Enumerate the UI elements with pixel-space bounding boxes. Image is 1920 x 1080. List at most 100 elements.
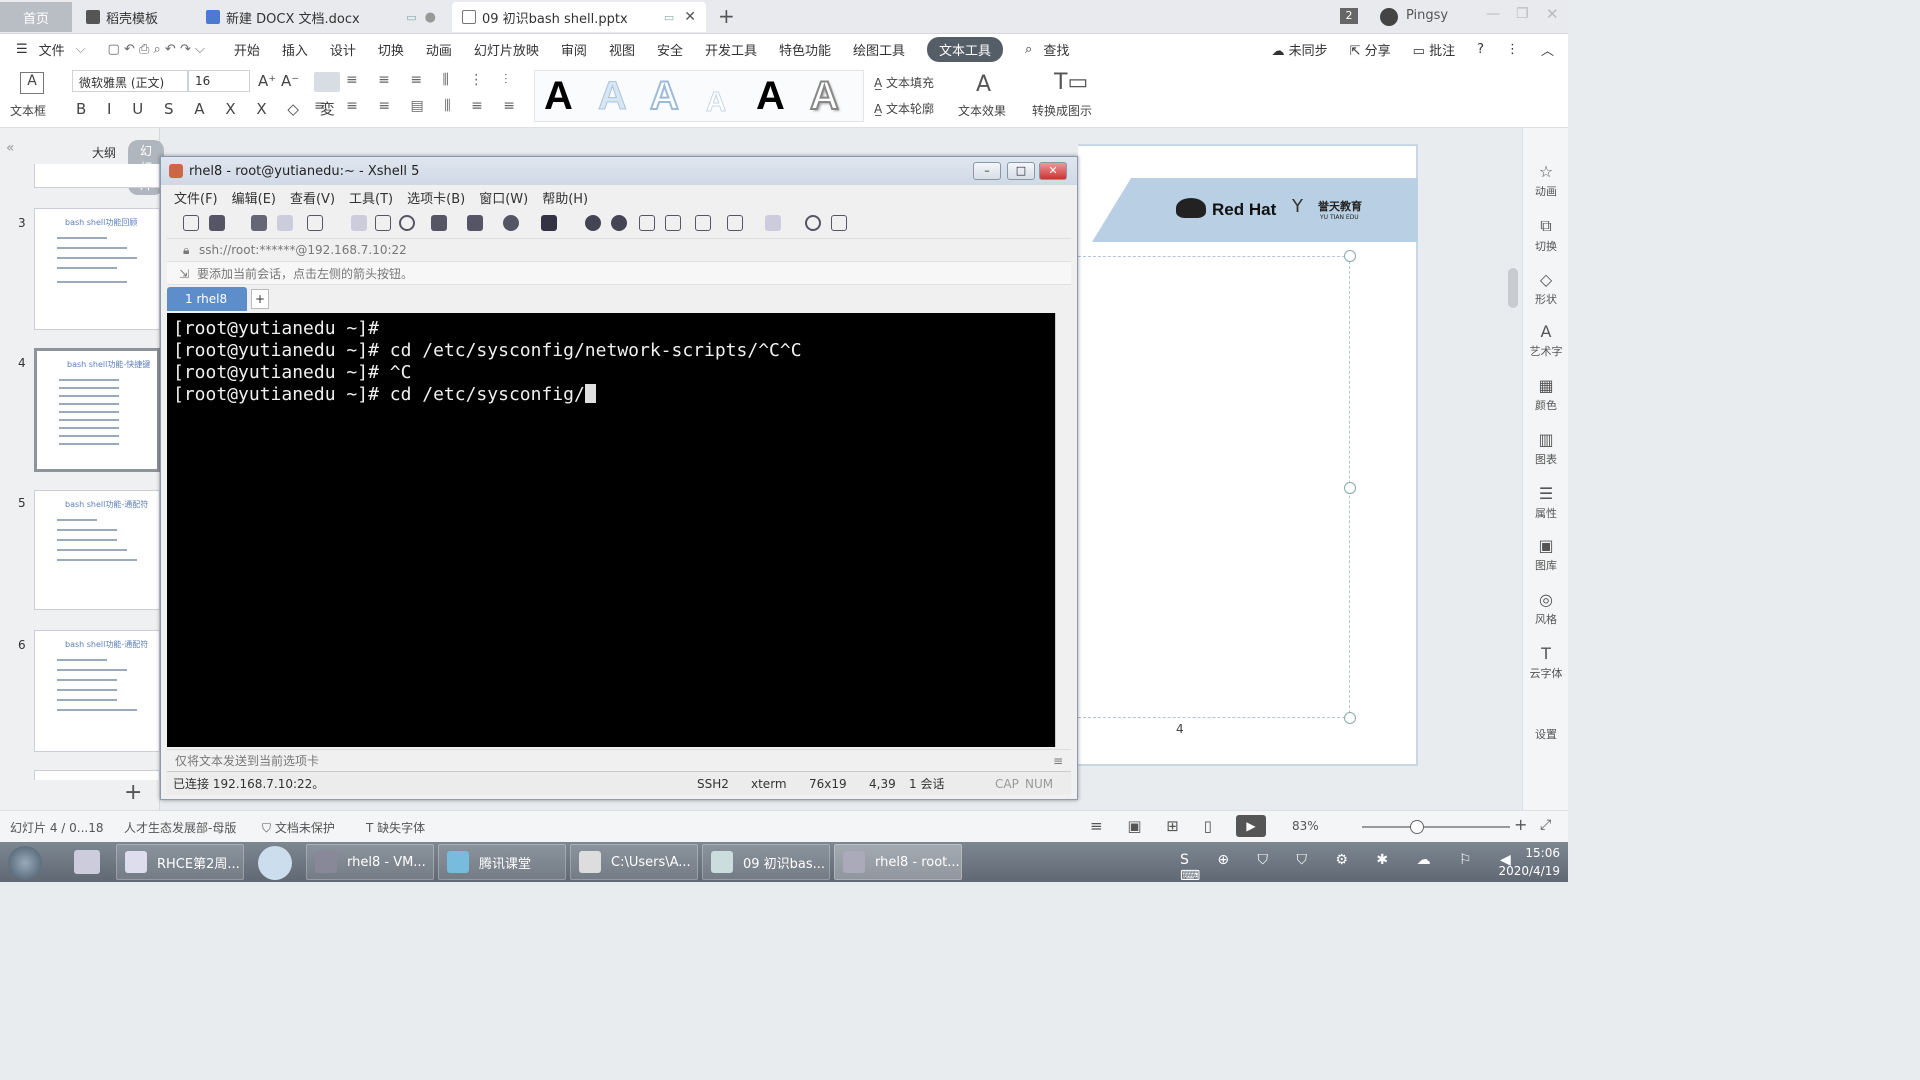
taskbar-item-vmware[interactable]: rhel8 - VM... xyxy=(306,844,434,880)
zoom-level[interactable]: 83% xyxy=(1292,819,1319,833)
panel-colors[interactable]: ▦ 颜色 xyxy=(1523,376,1569,413)
menu-lines-icon[interactable]: ≡ xyxy=(1053,750,1063,772)
zoom-in-icon[interactable]: + xyxy=(1514,815,1527,834)
menu-file[interactable]: 文件 xyxy=(39,40,65,59)
text-style-bold[interactable]: A xyxy=(756,74,785,119)
lock-icon[interactable] xyxy=(665,215,681,231)
close-window-icon[interactable]: ✕ xyxy=(1546,5,1559,23)
print-icon[interactable] xyxy=(431,215,447,231)
xshell-close-button[interactable]: ✕ xyxy=(1039,162,1067,180)
textbox-button[interactable]: 文本框 xyxy=(10,102,46,119)
comment-button[interactable]: ▭ 批注 xyxy=(1413,40,1455,59)
slide-thumb-4-selected[interactable]: bash shell功能-快捷键 xyxy=(34,348,160,472)
xftp-icon[interactable] xyxy=(585,215,601,231)
globe-icon[interactable] xyxy=(503,215,519,231)
menu-home[interactable]: 开始 xyxy=(234,40,260,59)
resize-handle[interactable] xyxy=(1344,482,1356,494)
tab-outline[interactable]: 大纲 xyxy=(92,144,116,161)
terminal-scrollbar[interactable] xyxy=(1055,313,1071,747)
tab-docx[interactable]: 新建 DOCX 文档.docx ▭ ● xyxy=(196,2,446,32)
template-name[interactable]: 人才生态发展部-母版 xyxy=(124,819,236,836)
disconnect-icon[interactable] xyxy=(277,215,293,231)
clock-time[interactable]: 15:06 xyxy=(1494,846,1560,860)
xshell-minimize-button[interactable]: – xyxy=(973,162,1001,180)
restore-icon[interactable]: ❐ xyxy=(1516,6,1529,22)
share-button[interactable]: ⇱ 分享 xyxy=(1350,40,1391,59)
menu-text-tools[interactable]: 文本工具 xyxy=(927,36,1004,62)
font-size-select[interactable]: 16 xyxy=(188,70,250,92)
content-placeholder[interactable] xyxy=(1078,256,1350,718)
text-style-light-blue[interactable]: A xyxy=(598,74,628,119)
fit-window-icon[interactable]: ⤢ xyxy=(1540,817,1551,833)
help-icon[interactable]: ? xyxy=(1477,42,1484,57)
search-icon[interactable]: ⌕ xyxy=(1025,42,1032,57)
transfer-icon[interactable] xyxy=(467,215,483,231)
menu-transition[interactable]: 切换 xyxy=(378,40,404,59)
panel-chart[interactable]: ▥ 图表 xyxy=(1523,430,1569,467)
panel-style[interactable]: ◎ 风格 xyxy=(1523,590,1569,627)
tab-home[interactable]: 首页 xyxy=(0,2,72,32)
xmenu-tabs[interactable]: 选项卡(B) xyxy=(407,188,465,207)
current-slide[interactable]: Red Hat Y 誉天教育 YU TIAN EDU 4 xyxy=(1078,144,1418,766)
xshell-titlebar[interactable]: rhel8 - root@yutianedu:~ - Xshell 5 – □ … xyxy=(161,157,1077,185)
xmenu-window[interactable]: 窗口(W) xyxy=(479,188,528,207)
add-session-tab-button[interactable]: + xyxy=(251,289,269,309)
collapse-panel-icon[interactable]: « xyxy=(6,140,15,156)
text-effect-icon[interactable]: A xyxy=(976,72,991,97)
compose-bar[interactable]: 仅将文本发送到当前选项卡 ≡ xyxy=(167,749,1071,771)
tab-docer-templates[interactable]: 稻壳模板 xyxy=(76,2,194,32)
taskbar-item-tencent-classroom[interactable]: 腾讯课堂 xyxy=(438,844,566,880)
menu-insert[interactable]: 插入 xyxy=(282,40,308,59)
explorer-icon[interactable] xyxy=(74,850,100,874)
slide-thumb-3[interactable]: bash shell功能回顾 xyxy=(34,208,160,330)
text-style-thin[interactable]: A xyxy=(705,86,726,118)
convert-shape-button[interactable]: 转换成图示 xyxy=(1032,102,1092,119)
arrow-icon[interactable]: ⇲ xyxy=(179,262,189,286)
new-tab-button[interactable]: + xyxy=(718,4,735,28)
add-tab-icon[interactable] xyxy=(727,215,743,231)
slide-thumb-2[interactable] xyxy=(34,164,160,188)
clock-date[interactable]: 2020/4/19 xyxy=(1484,864,1560,878)
open-folder-icon[interactable] xyxy=(209,215,225,231)
menu-design[interactable]: 设计 xyxy=(330,40,356,59)
terminal-screen[interactable]: [root@yutianedu ~]# [root@yutianedu ~]# … xyxy=(167,313,1055,747)
menu-view[interactable]: 视图 xyxy=(609,40,635,59)
panel-cloud-font[interactable]: T 云字体 xyxy=(1523,644,1569,681)
text-fill-button[interactable]: A̲ 文本填充 xyxy=(874,74,934,91)
resize-handle[interactable] xyxy=(1344,712,1356,724)
window-count-badge[interactable]: 2 xyxy=(1340,8,1358,24)
xmenu-file[interactable]: 文件(F) xyxy=(174,188,218,207)
textbox-icon[interactable]: A xyxy=(20,72,44,94)
bullet-list-icon[interactable] xyxy=(314,72,340,92)
xshell-maximize-button[interactable]: □ xyxy=(1007,162,1035,180)
find-icon[interactable] xyxy=(399,215,415,231)
missing-font-status[interactable]: T 缺失字体 xyxy=(366,819,425,836)
new-session-icon[interactable] xyxy=(183,215,199,231)
zoom-slider-handle[interactable] xyxy=(1410,820,1424,834)
add-slide-button[interactable]: + xyxy=(124,780,142,805)
slide-thumb-6[interactable]: bash shell功能-通配符 xyxy=(34,630,160,752)
menu-search[interactable]: 查找 xyxy=(1043,40,1069,59)
align-icons[interactable]: ≡ ≡ ≡ ▤ ⫼ ≡ ≡ ≡ xyxy=(314,98,555,114)
menu-slideshow[interactable]: 幻灯片放映 xyxy=(474,40,539,59)
convert-shape-icon[interactable]: T▭ xyxy=(1054,70,1088,95)
paragraph-icons[interactable]: ≡ ≡ ≡ ⫼ ⋮ ⫶ xyxy=(346,72,515,88)
panel-shapes[interactable]: ◇ 形状 xyxy=(1523,270,1569,307)
vertical-scrollbar[interactable] xyxy=(1508,268,1518,308)
hamburger-icon[interactable]: ☰ xyxy=(16,42,28,57)
menu-animation[interactable]: 动画 xyxy=(426,40,452,59)
menu-security[interactable]: 安全 xyxy=(657,40,683,59)
session-address-bar[interactable]: 🔒︎ ssh://root:******@192.168.7.10:22 xyxy=(167,239,1071,261)
xmenu-help[interactable]: 帮助(H) xyxy=(542,188,588,207)
start-button[interactable] xyxy=(8,846,42,880)
help-icon[interactable] xyxy=(805,215,821,231)
text-effect-button[interactable]: 文本效果 xyxy=(958,102,1006,119)
panel-transition[interactable]: ⧉ 切换 xyxy=(1523,216,1569,254)
slide-thumb-7[interactable] xyxy=(34,770,160,780)
panel-gallery[interactable]: ▣ 图库 xyxy=(1523,536,1569,573)
paste-icon[interactable] xyxy=(375,215,391,231)
font-style-icons[interactable]: B I U S A X X ◇ 変 xyxy=(76,98,343,119)
menu-review[interactable]: 审阅 xyxy=(561,40,587,59)
panel-animation[interactable]: ☆ 动画 xyxy=(1523,162,1569,199)
panel-properties[interactable]: ☰ 属性 xyxy=(1523,484,1569,521)
